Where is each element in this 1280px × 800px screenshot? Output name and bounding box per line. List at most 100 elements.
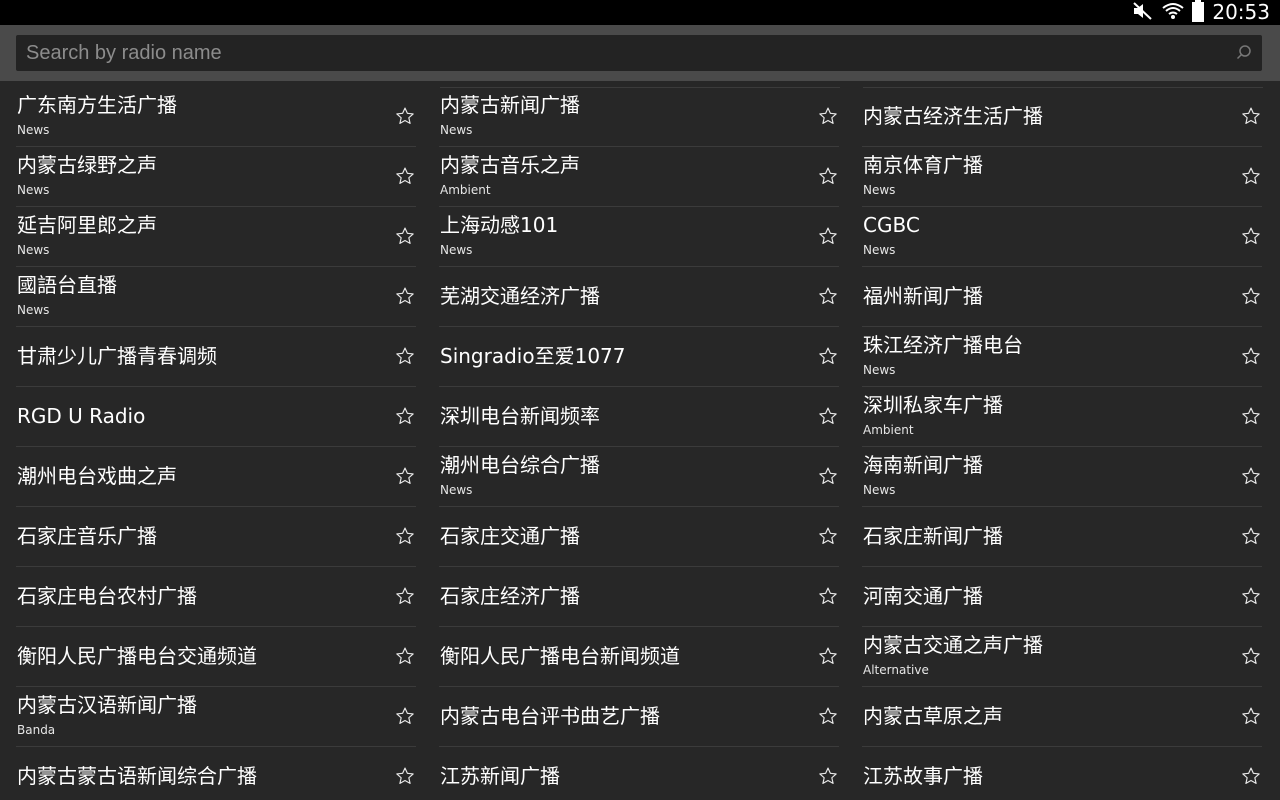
station-row[interactable]: 福州新闻广播 <box>862 267 1262 327</box>
station-name: 延吉阿里郎之声 <box>17 213 157 237</box>
favorite-star-icon[interactable] <box>817 765 839 787</box>
favorite-star-icon[interactable] <box>394 465 416 487</box>
station-name: 内蒙古草原之声 <box>863 704 1003 728</box>
station-row[interactable]: 广东南方生活广播 News <box>16 87 416 147</box>
station-row[interactable]: 南京体育广播 News <box>862 147 1262 207</box>
station-row[interactable]: 石家庄电台农村广播 <box>16 567 416 627</box>
favorite-star-icon[interactable] <box>817 645 839 667</box>
favorite-star-icon[interactable] <box>394 645 416 667</box>
station-row[interactable]: 内蒙古汉语新闻广播 Banda <box>16 687 416 747</box>
station-row[interactable]: 甘肃少儿广播青春调频 <box>16 327 416 387</box>
favorite-star-icon[interactable] <box>817 705 839 727</box>
station-name: 石家庄电台农村广播 <box>17 584 197 608</box>
station-name: 内蒙古音乐之声 <box>440 153 580 177</box>
station-row[interactable]: 國語台直播 News <box>16 267 416 327</box>
station-row[interactable]: 衡阳人民广播电台新闻频道 <box>439 627 839 687</box>
station-row[interactable]: 石家庄经济广播 <box>439 567 839 627</box>
favorite-star-icon[interactable] <box>1240 225 1262 247</box>
station-row[interactable]: Singradio至爱1077 <box>439 327 839 387</box>
station-row[interactable]: 延吉阿里郎之声 News <box>16 207 416 267</box>
station-name: 石家庄音乐广播 <box>17 524 157 548</box>
station-name: 甘肃少儿广播青春调频 <box>17 344 217 368</box>
favorite-star-icon[interactable] <box>817 585 839 607</box>
station-row[interactable]: 内蒙古电台评书曲艺广播 <box>439 687 839 747</box>
favorite-star-icon[interactable] <box>394 345 416 367</box>
station-row[interactable]: 深圳私家车广播 Ambient <box>862 387 1262 447</box>
station-row[interactable]: 深圳电台新闻频率 <box>439 387 839 447</box>
favorite-star-icon[interactable] <box>394 405 416 427</box>
station-row[interactable]: 内蒙古新闻广播 News <box>439 87 839 147</box>
favorite-star-icon[interactable] <box>394 765 416 787</box>
station-row[interactable]: 石家庄音乐广播 <box>16 507 416 567</box>
station-row[interactable]: 潮州电台综合广播 News <box>439 447 839 507</box>
favorite-star-icon[interactable] <box>1240 465 1262 487</box>
favorite-star-icon[interactable] <box>394 105 416 127</box>
station-row[interactable]: 内蒙古交通之声广播 Alternative <box>862 627 1262 687</box>
station-row[interactable]: 河南交通广播 <box>862 567 1262 627</box>
station-row[interactable]: 石家庄新闻广播 <box>862 507 1262 567</box>
station-name: 深圳私家车广播 <box>863 393 1003 417</box>
station-row[interactable]: 上海动感101 News <box>439 207 839 267</box>
station-genre: News <box>440 243 473 257</box>
search-input[interactable] <box>16 35 1216 71</box>
station-row[interactable]: 内蒙古草原之声 <box>862 687 1262 747</box>
favorite-star-icon[interactable] <box>1240 165 1262 187</box>
station-row[interactable]: 内蒙古音乐之声 Ambient <box>439 147 839 207</box>
station-name: 深圳电台新闻频率 <box>440 404 600 428</box>
favorite-star-icon[interactable] <box>1240 585 1262 607</box>
station-name: 潮州电台戏曲之声 <box>17 464 177 488</box>
station-genre: News <box>17 183 50 197</box>
station-row[interactable]: RGD U Radio <box>16 387 416 447</box>
favorite-star-icon[interactable] <box>394 585 416 607</box>
favorite-star-icon[interactable] <box>817 225 839 247</box>
station-name: 河南交通广播 <box>863 584 983 608</box>
favorite-star-icon[interactable] <box>817 345 839 367</box>
station-row[interactable]: 衡阳人民广播电台交通频道 <box>16 627 416 687</box>
station-row[interactable]: 海南新闻广播 News <box>862 447 1262 507</box>
favorite-star-icon[interactable] <box>817 525 839 547</box>
favorite-star-icon[interactable] <box>817 285 839 307</box>
station-name: 内蒙古电台评书曲艺广播 <box>440 704 660 728</box>
station-row[interactable]: 内蒙古蒙古语新闻综合广播 <box>16 747 416 800</box>
favorite-star-icon[interactable] <box>817 405 839 427</box>
favorite-star-icon[interactable] <box>1240 525 1262 547</box>
status-icons: 20:53 <box>1132 0 1270 25</box>
search-bar <box>0 25 1280 81</box>
favorite-star-icon[interactable] <box>1240 345 1262 367</box>
search-icon[interactable] <box>1236 44 1252 64</box>
station-row[interactable]: 内蒙古经济生活广播 <box>862 87 1262 147</box>
favorite-star-icon[interactable] <box>1240 705 1262 727</box>
favorite-star-icon[interactable] <box>817 165 839 187</box>
favorite-star-icon[interactable] <box>1240 645 1262 667</box>
station-list[interactable]: 广东南方生活广播 News 内蒙古绿野之声 News 延吉阿里郎之声 News 國語台直播 N… <box>0 87 1280 800</box>
station-name: 上海动感101 <box>440 213 559 237</box>
favorite-star-icon[interactable] <box>394 525 416 547</box>
station-name: 石家庄经济广播 <box>440 584 580 608</box>
station-row[interactable]: 潮州电台戏曲之声 <box>16 447 416 507</box>
favorite-star-icon[interactable] <box>1240 105 1262 127</box>
station-column-3: 内蒙古经济生活广播 南京体育广播 News CGBC News 福州新闻广播 珠江经济广播电… <box>862 87 1262 800</box>
station-row[interactable]: 石家庄交通广播 <box>439 507 839 567</box>
station-name: 海南新闻广播 <box>863 453 983 477</box>
station-row[interactable]: 江苏故事广播 <box>862 747 1262 800</box>
station-genre: Ambient <box>440 183 491 197</box>
favorite-star-icon[interactable] <box>1240 765 1262 787</box>
favorite-star-icon[interactable] <box>394 225 416 247</box>
station-row[interactable]: 江苏新闻广播 <box>439 747 839 800</box>
station-row[interactable]: 芜湖交通经济广播 <box>439 267 839 327</box>
station-genre: News <box>17 303 50 317</box>
favorite-star-icon[interactable] <box>394 285 416 307</box>
station-genre: News <box>440 123 473 137</box>
favorite-star-icon[interactable] <box>1240 405 1262 427</box>
station-row[interactable]: CGBC News <box>862 207 1262 267</box>
station-genre: News <box>17 243 50 257</box>
station-row[interactable]: 内蒙古绿野之声 News <box>16 147 416 207</box>
search-field-container[interactable] <box>16 35 1262 71</box>
station-row[interactable]: 珠江经济广播电台 News <box>862 327 1262 387</box>
favorite-star-icon[interactable] <box>817 465 839 487</box>
station-genre: News <box>440 483 473 497</box>
favorite-star-icon[interactable] <box>817 105 839 127</box>
favorite-star-icon[interactable] <box>394 165 416 187</box>
favorite-star-icon[interactable] <box>394 705 416 727</box>
favorite-star-icon[interactable] <box>1240 285 1262 307</box>
